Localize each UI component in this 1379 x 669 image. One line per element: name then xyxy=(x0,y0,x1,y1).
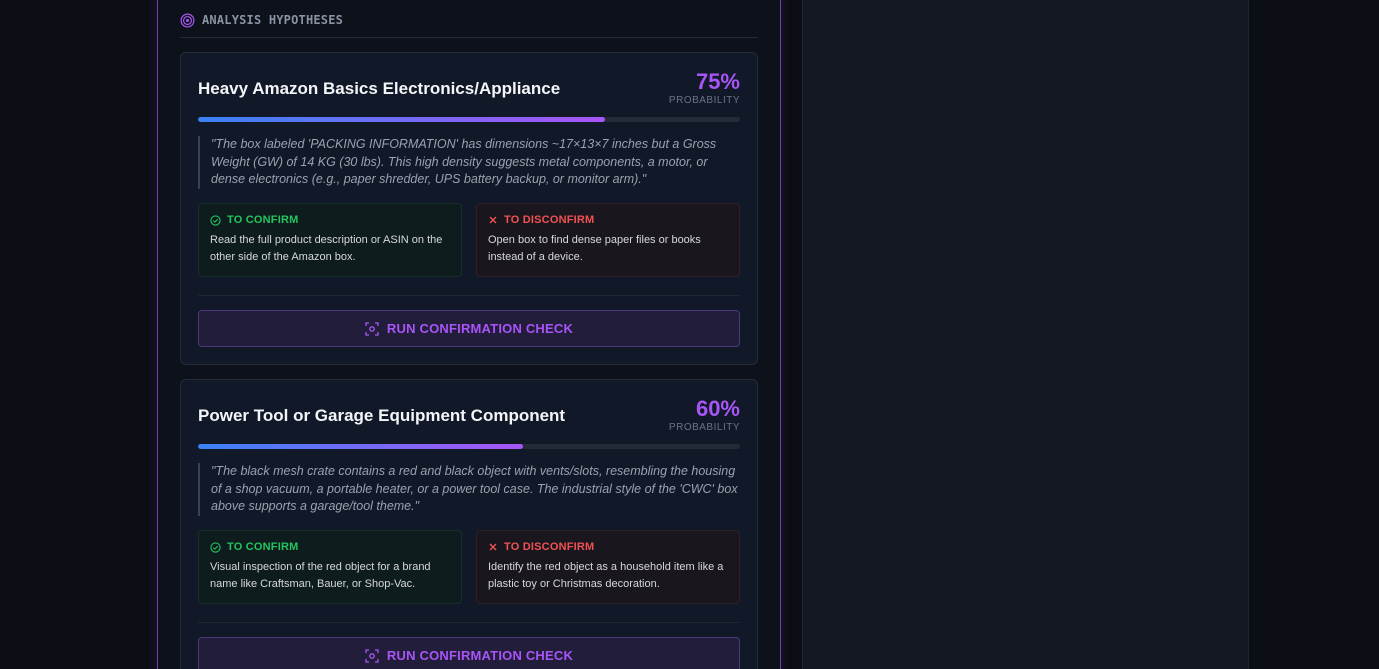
target-icon xyxy=(180,13,195,28)
disconfirm-label: TO DISCONFIRM xyxy=(504,214,595,226)
probability-bar xyxy=(198,444,740,449)
hypothesis-title: Heavy Amazon Basics Electronics/Applianc… xyxy=(198,79,561,98)
confirm-text: Read the full product description or ASI… xyxy=(210,234,443,263)
confirm-header: TO CONFIRM xyxy=(210,541,450,553)
disconfirm-box: TO DISCONFIRM Open box to find dense pap… xyxy=(476,203,740,277)
check-circle-icon xyxy=(210,541,221,553)
confirm-box: TO CONFIRM Visual inspection of the red … xyxy=(198,530,462,604)
hypothesis-card: Power Tool or Garage Equipment Component… xyxy=(180,379,758,669)
evidence-quote: "The box labeled 'PACKING INFORMATION' h… xyxy=(198,136,740,189)
x-icon xyxy=(488,542,498,552)
check-circle-icon xyxy=(210,214,221,226)
disconfirm-text: Open box to find dense paper files or bo… xyxy=(488,234,701,263)
side-panel xyxy=(802,0,1249,669)
confirm-label: TO CONFIRM xyxy=(227,214,299,226)
divider xyxy=(198,622,740,623)
hypothesis-card: Heavy Amazon Basics Electronics/Applianc… xyxy=(180,52,758,365)
section-title: ANALYSIS HYPOTHESES xyxy=(202,13,344,27)
probability-value: 60% xyxy=(695,396,740,421)
confirm-label: TO CONFIRM xyxy=(227,541,299,553)
probability-value: 75% xyxy=(695,69,740,94)
disconfirm-header: TO DISCONFIRM xyxy=(488,214,728,226)
button-label: RUN CONFIRMATION CHECK xyxy=(386,321,574,336)
probability-label: PROBABILITY xyxy=(668,422,740,433)
run-confirmation-check-button[interactable]: RUN CONFIRMATION CHECK xyxy=(198,310,740,347)
confirm-box: TO CONFIRM Read the full product descrip… xyxy=(198,203,462,277)
section-header: ANALYSIS HYPOTHESES xyxy=(180,10,758,38)
run-confirmation-check-button[interactable]: RUN CONFIRMATION CHECK xyxy=(198,637,740,669)
disconfirm-box: TO DISCONFIRM Identify the red object as… xyxy=(476,530,740,604)
hypothesis-title: Power Tool or Garage Equipment Component xyxy=(198,406,566,425)
probability-bar xyxy=(198,117,740,122)
scan-icon xyxy=(365,321,379,336)
disconfirm-label: TO DISCONFIRM xyxy=(504,541,595,553)
confirm-text: Visual inspection of the red object for … xyxy=(210,561,431,590)
button-label: RUN CONFIRMATION CHECK xyxy=(386,648,574,663)
evidence-quote: "The black mesh crate contains a red and… xyxy=(198,463,740,516)
probability-bar-fill xyxy=(198,444,524,449)
scan-icon xyxy=(365,648,379,663)
x-icon xyxy=(488,215,498,225)
probability-bar-fill xyxy=(198,117,605,122)
confirm-header: TO CONFIRM xyxy=(210,214,450,226)
divider xyxy=(198,295,740,296)
probability-label: PROBABILITY xyxy=(668,95,740,106)
disconfirm-header: TO DISCONFIRM xyxy=(488,541,728,553)
disconfirm-text: Identify the red object as a household i… xyxy=(488,561,724,590)
